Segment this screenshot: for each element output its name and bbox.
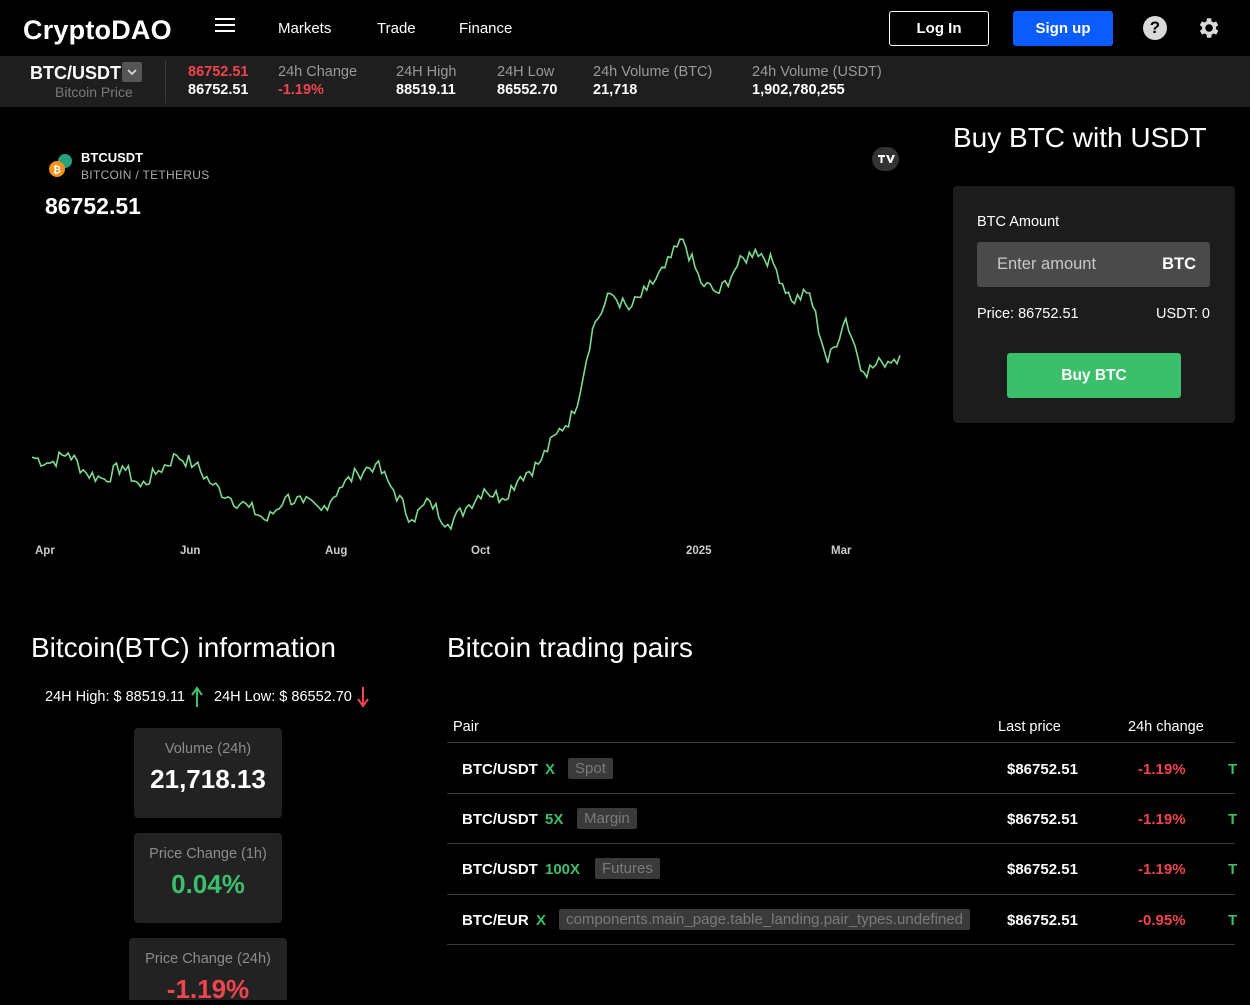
divider xyxy=(447,843,1235,844)
gear-icon[interactable] xyxy=(1195,15,1221,41)
menu-icon[interactable] xyxy=(215,18,235,34)
chart-symbol: BTCUSDT xyxy=(81,150,144,165)
info-high: 24H High: $ 88519.11 xyxy=(45,689,186,705)
help-icon[interactable]: ? xyxy=(1143,16,1167,40)
row-change: -0.95% xyxy=(1138,912,1186,929)
row-leverage: 5X xyxy=(545,811,564,828)
x-tick-label: Oct xyxy=(471,545,491,557)
row-trade-link[interactable]: T xyxy=(1228,811,1237,828)
row-type-badge: Spot xyxy=(568,758,613,779)
x-tick-label: Aug xyxy=(325,545,348,557)
row-change: -1.19% xyxy=(1138,811,1186,828)
high-label: 24H High xyxy=(396,64,457,80)
row-pair[interactable]: BTC/USDT xyxy=(462,761,538,778)
high-value: 88519.11 xyxy=(396,82,456,98)
low-value: 86552.70 xyxy=(497,82,558,98)
stat-card-change-1h: Price Change (1h) 0.04% xyxy=(134,833,282,923)
divider xyxy=(447,894,1235,895)
chart-plot xyxy=(31,238,901,531)
pair-subtitle: Bitcoin Price xyxy=(55,84,133,100)
row-change: -1.19% xyxy=(1138,761,1186,778)
col-header-change: 24h change xyxy=(1128,719,1204,735)
row-type-badge: Margin xyxy=(577,808,637,829)
arrow-up-icon xyxy=(191,686,203,707)
x-tick-label: Jun xyxy=(180,545,201,557)
signup-button[interactable]: Sign up xyxy=(1013,11,1113,46)
row-leverage: X xyxy=(536,912,547,929)
pair-selector[interactable]: BTC/USDT xyxy=(30,63,121,84)
stat-value: 0.04% xyxy=(171,869,245,899)
buy-title: Buy BTC with USDT xyxy=(953,122,1207,153)
login-button[interactable]: Log In xyxy=(889,11,989,46)
amount-placeholder: Enter amount xyxy=(997,255,1097,273)
divider xyxy=(447,793,1235,794)
chart-price: 86752.51 xyxy=(45,193,141,219)
amount-label: BTC Amount xyxy=(977,214,1060,230)
ticker-bar: BTC/USDT Bitcoin Price 86752.51 86752.51… xyxy=(0,56,1250,107)
vol-btc-label: 24h Volume (BTC) xyxy=(593,64,713,80)
x-tick-label: Apr xyxy=(35,545,55,557)
stat-value: -1.19% xyxy=(166,974,250,1004)
high-low-row: 24H High: $ 88519.11 24H Low: $ 86552.70 xyxy=(45,686,369,708)
nav-link-finance[interactable]: Finance xyxy=(459,20,512,37)
last-price-top: 86752.51 xyxy=(188,64,249,80)
row-trade-link[interactable]: T xyxy=(1228,761,1237,778)
change-label: 24h Change xyxy=(278,64,358,80)
divider xyxy=(447,742,1235,743)
row-last-price: $86752.51 xyxy=(1007,912,1078,929)
row-leverage: X xyxy=(545,761,556,778)
row-last-price: $86752.51 xyxy=(1007,861,1078,878)
col-header-pair: Pair xyxy=(453,719,479,735)
row-pair[interactable]: BTC/USDT xyxy=(462,811,538,828)
vol-usdt-value: 1,902,780,255 xyxy=(752,82,845,98)
row-last-price: $86752.51 xyxy=(1007,761,1078,778)
buy-panel: BTC Amount Enter amount BTC Price: 86752… xyxy=(953,186,1235,423)
row-leverage: 100X xyxy=(545,861,581,878)
change-value: -1.19% xyxy=(278,82,324,98)
row-change: -1.19% xyxy=(1138,861,1186,878)
divider xyxy=(447,944,1235,945)
nav-link-markets[interactable]: Markets xyxy=(278,20,331,37)
amount-input[interactable]: Enter amount BTC xyxy=(977,242,1210,287)
stat-label: Price Change (24h) xyxy=(145,951,271,967)
btc-usdt-logo-icon: ₿ xyxy=(49,154,72,177)
chart-symbol-desc: BITCOIN / TETHERUS xyxy=(81,168,210,182)
row-last-price: $86752.51 xyxy=(1007,811,1078,828)
stat-label: Volume (24h) xyxy=(164,741,252,757)
row-trade-link[interactable]: T xyxy=(1228,912,1237,929)
row-type-badge: Futures xyxy=(595,858,660,879)
row-pair[interactable]: BTC/EUR xyxy=(462,912,529,929)
buy-price: Price: 86752.51 xyxy=(977,306,1079,322)
info-title: Bitcoin(BTC) information xyxy=(31,632,336,663)
col-header-last-price: Last price xyxy=(998,719,1061,735)
divider xyxy=(165,60,166,103)
stat-label: Price Change (1h) xyxy=(149,846,267,862)
price-series-line xyxy=(31,238,901,531)
stat-value: 21,718.13 xyxy=(150,764,266,794)
low-label: 24H Low xyxy=(497,64,555,80)
stat-card-volume: Volume (24h) 21,718.13 xyxy=(134,728,282,818)
x-tick-label: Mar xyxy=(831,545,852,557)
svg-text:₿: ₿ xyxy=(53,164,61,176)
chevron-down-icon[interactable] xyxy=(122,62,142,82)
tradingview-icon[interactable] xyxy=(872,147,899,171)
pairs-title: Bitcoin trading pairs xyxy=(447,632,693,663)
info-low: 24H Low: $ 86552.70 xyxy=(214,689,352,705)
vol-usdt-label: 24h Volume (USDT) xyxy=(752,64,882,80)
arrow-down-icon xyxy=(357,687,369,708)
row-type-badge: components.main_page.table_landing.pair_… xyxy=(559,909,970,930)
top-navbar: CryptoDAO Markets Trade Finance Log In S… xyxy=(0,0,1250,56)
logo[interactable]: CryptoDAO xyxy=(23,15,172,46)
amount-unit: BTC xyxy=(1162,255,1196,273)
row-trade-link[interactable]: T xyxy=(1228,861,1237,878)
usdt-balance: USDT: 0 xyxy=(1156,306,1210,322)
last-price: 86752.51 xyxy=(188,82,249,98)
row-pair[interactable]: BTC/USDT xyxy=(462,861,538,878)
nav-link-trade[interactable]: Trade xyxy=(377,20,416,37)
buy-button[interactable]: Buy BTC xyxy=(1007,353,1181,398)
x-tick-label: 2025 xyxy=(686,545,712,557)
vol-btc-value: 21,718 xyxy=(593,82,638,98)
stat-card-change-24h: Price Change (24h) -1.19% xyxy=(129,938,287,1004)
